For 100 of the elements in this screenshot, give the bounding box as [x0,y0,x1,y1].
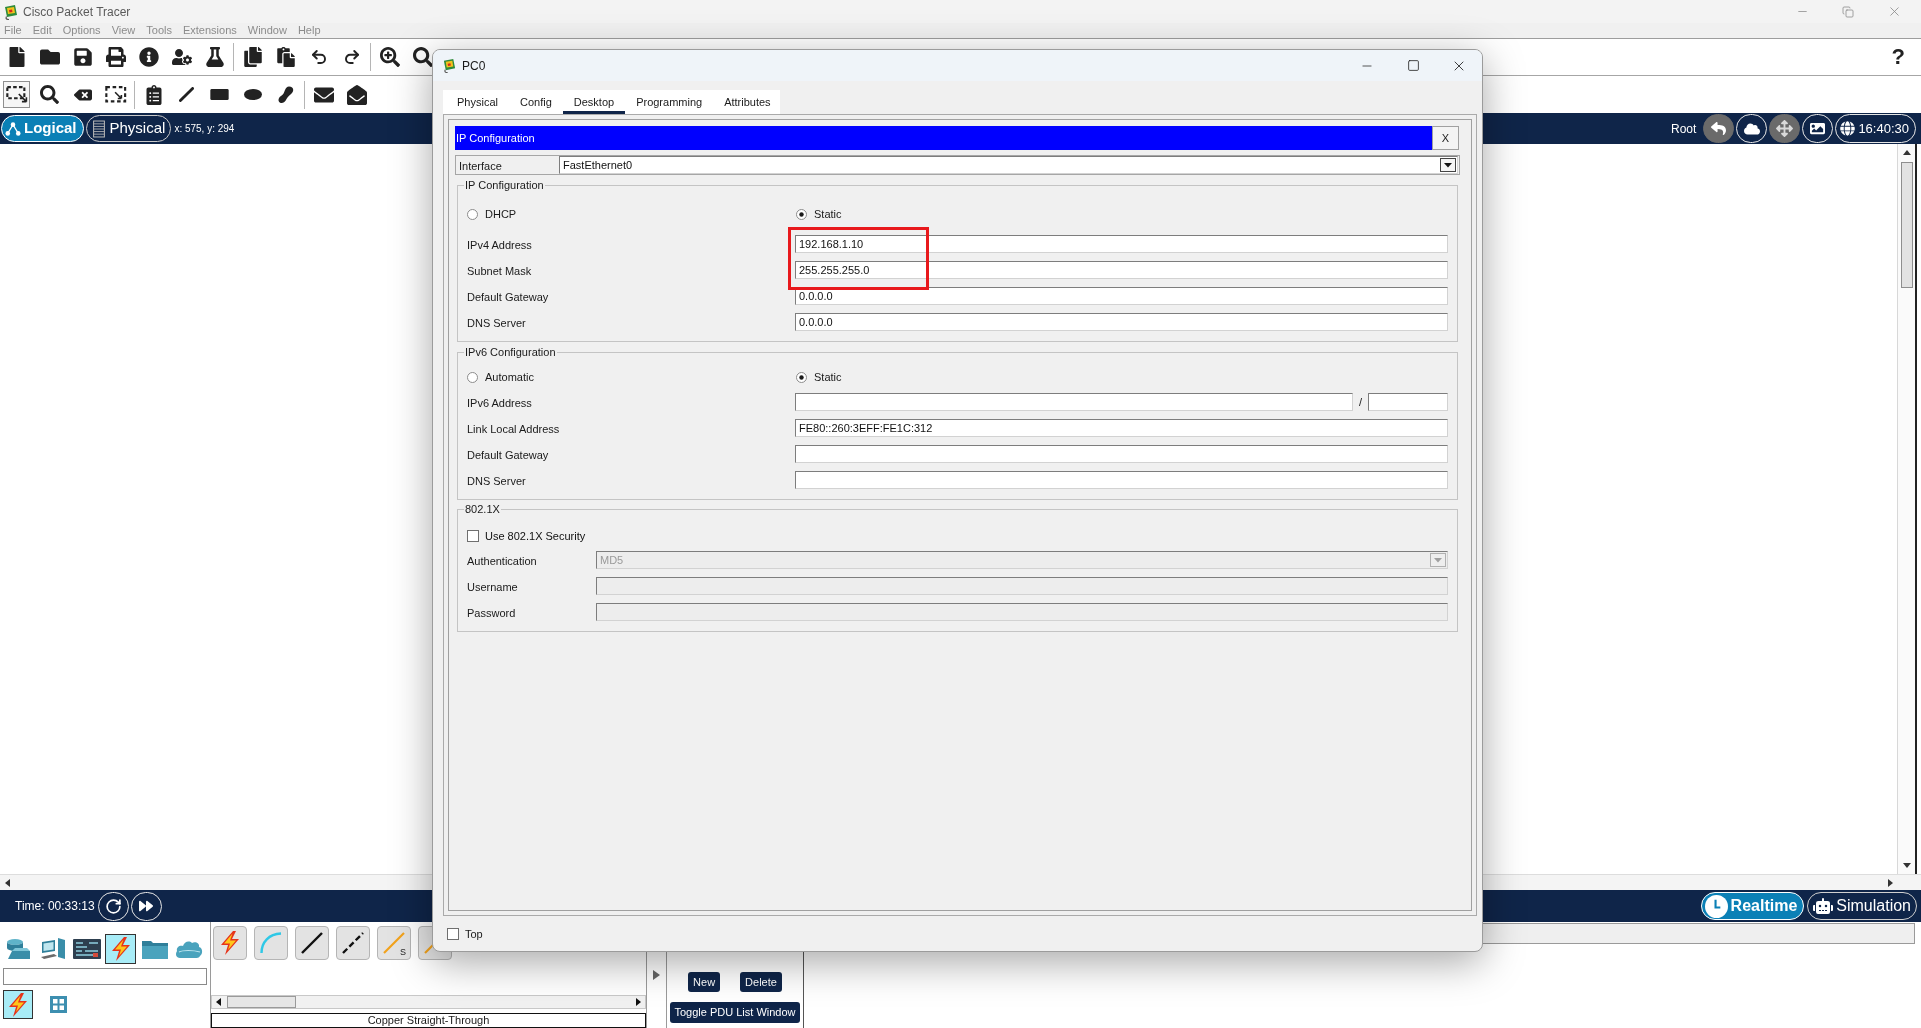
checkbox-label: Top [465,927,483,942]
scroll-left-arrow-icon[interactable] [5,878,10,887]
radio-button[interactable] [467,371,478,383]
tab[interactable]: Desktop [562,93,626,114]
scrollbar-thumb[interactable] [1900,162,1913,288]
redo-icon[interactable] [342,47,361,67]
tab[interactable]: Attributes [713,93,782,114]
lightning-icon [110,937,131,961]
field-label: DNS Server [467,317,526,329]
robot-icon [1813,896,1834,916]
checkbox-label: Use 802.1X Security [485,528,586,544]
globe-icon [1840,121,1856,136]
radio-label: Static [814,369,842,385]
search-field[interactable] [3,968,207,985]
device-category-button[interactable] [105,934,136,964]
checkbox[interactable] [467,530,479,542]
app-title: IP Configuration [456,130,535,146]
pdu-button[interactable]: Delete [740,972,782,992]
input-field[interactable] [795,471,1448,489]
group-title: 802.1X [464,503,501,516]
cable-button[interactable] [336,926,370,960]
tool-button[interactable] [3,81,30,108]
app-close-button[interactable]: X [1432,126,1459,150]
scroll-down-arrow-icon[interactable] [1902,863,1911,868]
resize-icon [104,86,127,103]
input-field[interactable] [1368,393,1448,411]
scrollbar-thumb[interactable] [227,996,296,1008]
view-tab[interactable]: Logical [1,115,84,142]
copy-icon[interactable] [242,47,263,67]
device-type-button[interactable] [3,990,33,1019]
folder-icon [141,939,168,959]
pdu-button[interactable]: Toggle PDU List Window [670,1002,800,1023]
input-field[interactable]: 0.0.0.0 [795,313,1448,331]
input-field[interactable]: FE80::260:3EFF:FE1C:312 [795,419,1448,437]
input-field[interactable]: 0.0.0.0 [795,287,1448,305]
undo-icon[interactable] [309,47,328,67]
clock-time: 16:40:30 [1858,119,1909,138]
user-gear-icon[interactable] [171,47,192,67]
field-label: IPv4 Address [467,239,532,251]
circuit-board-icon [72,939,101,959]
tab[interactable]: Programming [625,93,714,114]
mode-tab[interactable]: Realtime [1700,892,1805,920]
input-field[interactable] [795,393,1353,411]
open-envelope-icon[interactable] [346,84,367,105]
maximize-icon[interactable] [1406,59,1420,72]
pdu-button[interactable]: New [688,972,721,992]
cable-button[interactable]: S [377,926,411,960]
input-field[interactable]: 192.168.1.10 [795,235,1448,253]
field-label: Link Local Address [467,423,560,435]
radio-button[interactable] [796,371,807,383]
field-label: Interface [459,160,502,172]
input-field[interactable]: 255.255.255.0 [795,261,1448,279]
scroll-up-arrow-icon[interactable] [1902,150,1911,155]
field-label: Password [467,607,516,619]
vertical-scrollbar[interactable] [1897,144,1915,874]
location-label: Root [1671,120,1697,138]
tab[interactable]: Physical [446,93,509,114]
line-icon[interactable] [179,87,194,102]
cable-button[interactable] [295,926,329,960]
window-title: Cisco Packet Tracer [23,3,131,21]
field-label: IPv6 Address [467,397,532,409]
move-button[interactable] [1769,114,1801,143]
save-icon[interactable] [72,47,93,67]
radio-label: Static [814,206,842,222]
input-field[interactable] [795,445,1448,463]
magnifier-icon[interactable] [412,47,433,67]
field-label: Subnet Mask [467,265,532,277]
flask-icon[interactable] [204,47,225,67]
radio-label: Automatic [485,369,534,385]
checkbox[interactable] [447,928,459,941]
paste-icon[interactable] [275,47,296,67]
scroll-left-arrow-icon[interactable] [216,998,221,1006]
radio-button[interactable] [467,208,478,220]
arc-icon [260,932,282,954]
lightning-icon [220,931,240,955]
reset-icon [104,897,122,915]
help-button[interactable]: ? [1891,46,1905,68]
folder-icon[interactable] [39,47,60,67]
rectangle-icon[interactable] [210,89,229,100]
computer-icon [39,937,66,961]
print-icon[interactable] [105,47,126,67]
back-button[interactable] [1703,114,1735,143]
radio-button[interactable] [796,208,807,220]
selection-icon [5,86,28,103]
ellipse-icon[interactable] [243,89,262,100]
tab[interactable]: Config [508,93,563,114]
network-devices-icon [5,937,32,961]
scroll-right-arrow-icon[interactable] [636,998,641,1006]
horizontal-scrollbar[interactable] [211,995,646,1009]
back-arrow-icon [1711,121,1727,136]
scroll-right-arrow-icon[interactable] [1888,878,1893,887]
dropdown-field[interactable]: FastEthernet0 [559,156,1458,174]
cloud-icon [1743,120,1760,137]
grid-icon [49,996,67,1013]
freeform-icon[interactable] [277,85,294,104]
info-icon[interactable] [138,47,159,67]
field-label: Default Gateway [467,449,549,461]
dashed-line-icon [342,932,364,954]
zoom-in-icon[interactable] [379,47,400,67]
right-arrow-icon[interactable] [653,970,660,980]
